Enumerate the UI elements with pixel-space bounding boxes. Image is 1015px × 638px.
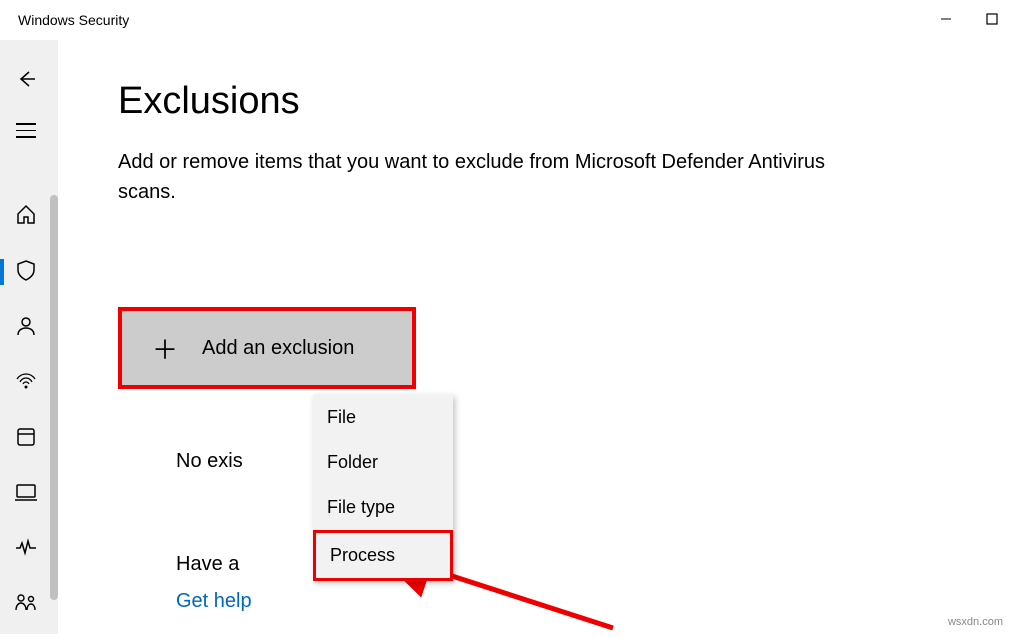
sidebar-scrollbar[interactable] <box>50 195 58 600</box>
hamburger-icon <box>16 123 36 138</box>
account-icon <box>15 315 37 337</box>
window-title: Windows Security <box>18 12 129 28</box>
get-help-link[interactable]: Get help <box>176 590 252 613</box>
dropdown-item-folder[interactable]: Folder <box>313 440 453 485</box>
question-prompt: Have a <box>176 553 239 576</box>
exclusion-type-dropdown: File Folder File type Process <box>313 395 453 581</box>
back-button[interactable] <box>0 54 52 104</box>
back-arrow-icon <box>15 68 37 90</box>
device-icon <box>14 481 38 503</box>
existing-exclusions-text: No exis <box>176 450 243 473</box>
hamburger-menu-button[interactable] <box>0 106 52 156</box>
dropdown-item-file[interactable]: File <box>313 395 453 440</box>
heart-rate-icon <box>14 537 38 559</box>
maximize-button[interactable] <box>969 0 1015 38</box>
sidebar-item-firewall[interactable] <box>0 356 52 406</box>
watermark-text: wsxdn.com <box>948 616 1003 628</box>
home-icon <box>15 203 37 225</box>
sidebar-item-virus-protection[interactable] <box>0 245 52 295</box>
window-controls <box>923 0 1015 38</box>
maximize-icon <box>986 13 998 25</box>
sidebar-item-home[interactable] <box>0 190 52 240</box>
shield-icon <box>15 259 37 281</box>
add-exclusion-label: Add an exclusion <box>202 337 354 360</box>
sidebar-item-account[interactable] <box>0 301 52 351</box>
family-icon <box>14 592 38 614</box>
sidebar-item-family[interactable] <box>0 579 52 629</box>
dropdown-item-filetype[interactable]: File type <box>313 485 453 530</box>
sidebar-item-device-performance[interactable] <box>0 523 52 573</box>
sidebar-item-device-security[interactable] <box>0 467 52 517</box>
app-control-icon <box>15 426 37 448</box>
add-exclusion-button[interactable]: ＋ Add an exclusion <box>122 311 412 385</box>
dropdown-item-process[interactable]: Process <box>313 530 453 581</box>
network-icon <box>14 370 38 392</box>
sidebar <box>0 40 58 634</box>
page-description: Add or remove items that you want to exc… <box>118 147 858 207</box>
page-title: Exclusions <box>118 80 965 123</box>
title-bar: Windows Security <box>0 0 1015 40</box>
main-content: Exclusions Add or remove items that you … <box>58 40 1015 634</box>
annotation-highlight-add: ＋ Add an exclusion <box>118 307 416 389</box>
minimize-button[interactable] <box>923 0 969 38</box>
minimize-icon <box>940 13 952 25</box>
sidebar-item-app-browser[interactable] <box>0 412 52 462</box>
plus-icon: ＋ <box>152 330 178 367</box>
